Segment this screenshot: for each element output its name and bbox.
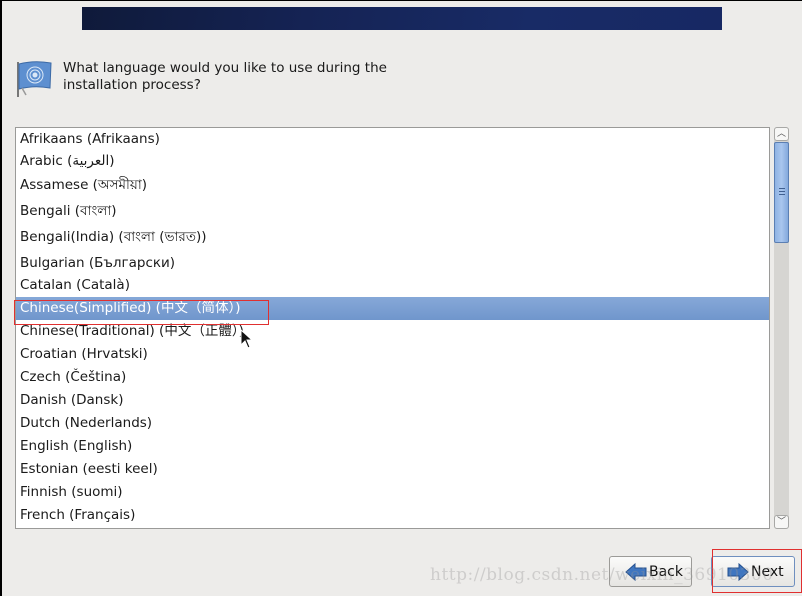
- mouse-cursor-icon: [240, 329, 254, 349]
- language-list-item[interactable]: Bengali(India) (বাংলা (ভারত)): [16, 226, 769, 249]
- window-top-edge: [0, 0, 802, 1]
- language-list-item[interactable]: Finnish (suomi): [16, 481, 769, 504]
- window-left-edge: [0, 0, 2, 596]
- scrollbar-thumb[interactable]: [774, 142, 789, 243]
- language-list-item[interactable]: French (Français): [16, 504, 769, 527]
- chevron-down-icon: ﹀: [776, 517, 786, 527]
- installer-banner: [82, 7, 722, 30]
- scroll-up-button[interactable]: ︿: [774, 127, 789, 141]
- scroll-down-button[interactable]: ﹀: [774, 515, 789, 529]
- language-question: What language would you like to use duri…: [63, 60, 387, 93]
- language-list-item[interactable]: Bengali (বাংলা): [16, 200, 769, 223]
- language-list-item[interactable]: English (English): [16, 435, 769, 458]
- back-button[interactable]: Back: [609, 556, 692, 587]
- back-button-label: Back: [649, 563, 683, 580]
- next-highlight-annotation: [712, 549, 802, 593]
- language-list-item[interactable]: Bulgarian (Български): [16, 252, 769, 275]
- selection-highlight-annotation: [14, 300, 269, 325]
- language-list-item[interactable]: Danish (Dansk): [16, 389, 769, 412]
- language-list-item[interactable]: Arabic (العربية): [16, 150, 769, 173]
- language-list-item[interactable]: Catalan (Català): [16, 274, 769, 297]
- language-flag-icon: [17, 61, 52, 97]
- language-list-item[interactable]: Croatian (Hrvatski): [16, 343, 769, 366]
- language-list-item[interactable]: Afrikaans (Afrikaans): [16, 128, 769, 151]
- language-list-item[interactable]: Estonian (eesti keel): [16, 458, 769, 481]
- language-list-item[interactable]: Assamese (অসমীয়া): [16, 174, 769, 197]
- language-list[interactable]: Afrikaans (Afrikaans) Arabic (العربية) Ass…: [15, 127, 770, 529]
- language-list-item[interactable]: Czech (Čeština): [16, 366, 769, 389]
- language-list-item[interactable]: Dutch (Nederlands): [16, 412, 769, 435]
- language-list-scrollbar[interactable]: ︿ ﹀: [774, 127, 789, 529]
- grip-icon: [779, 188, 785, 197]
- arrow-left-icon: [625, 562, 647, 581]
- chevron-up-icon: ︿: [776, 129, 786, 139]
